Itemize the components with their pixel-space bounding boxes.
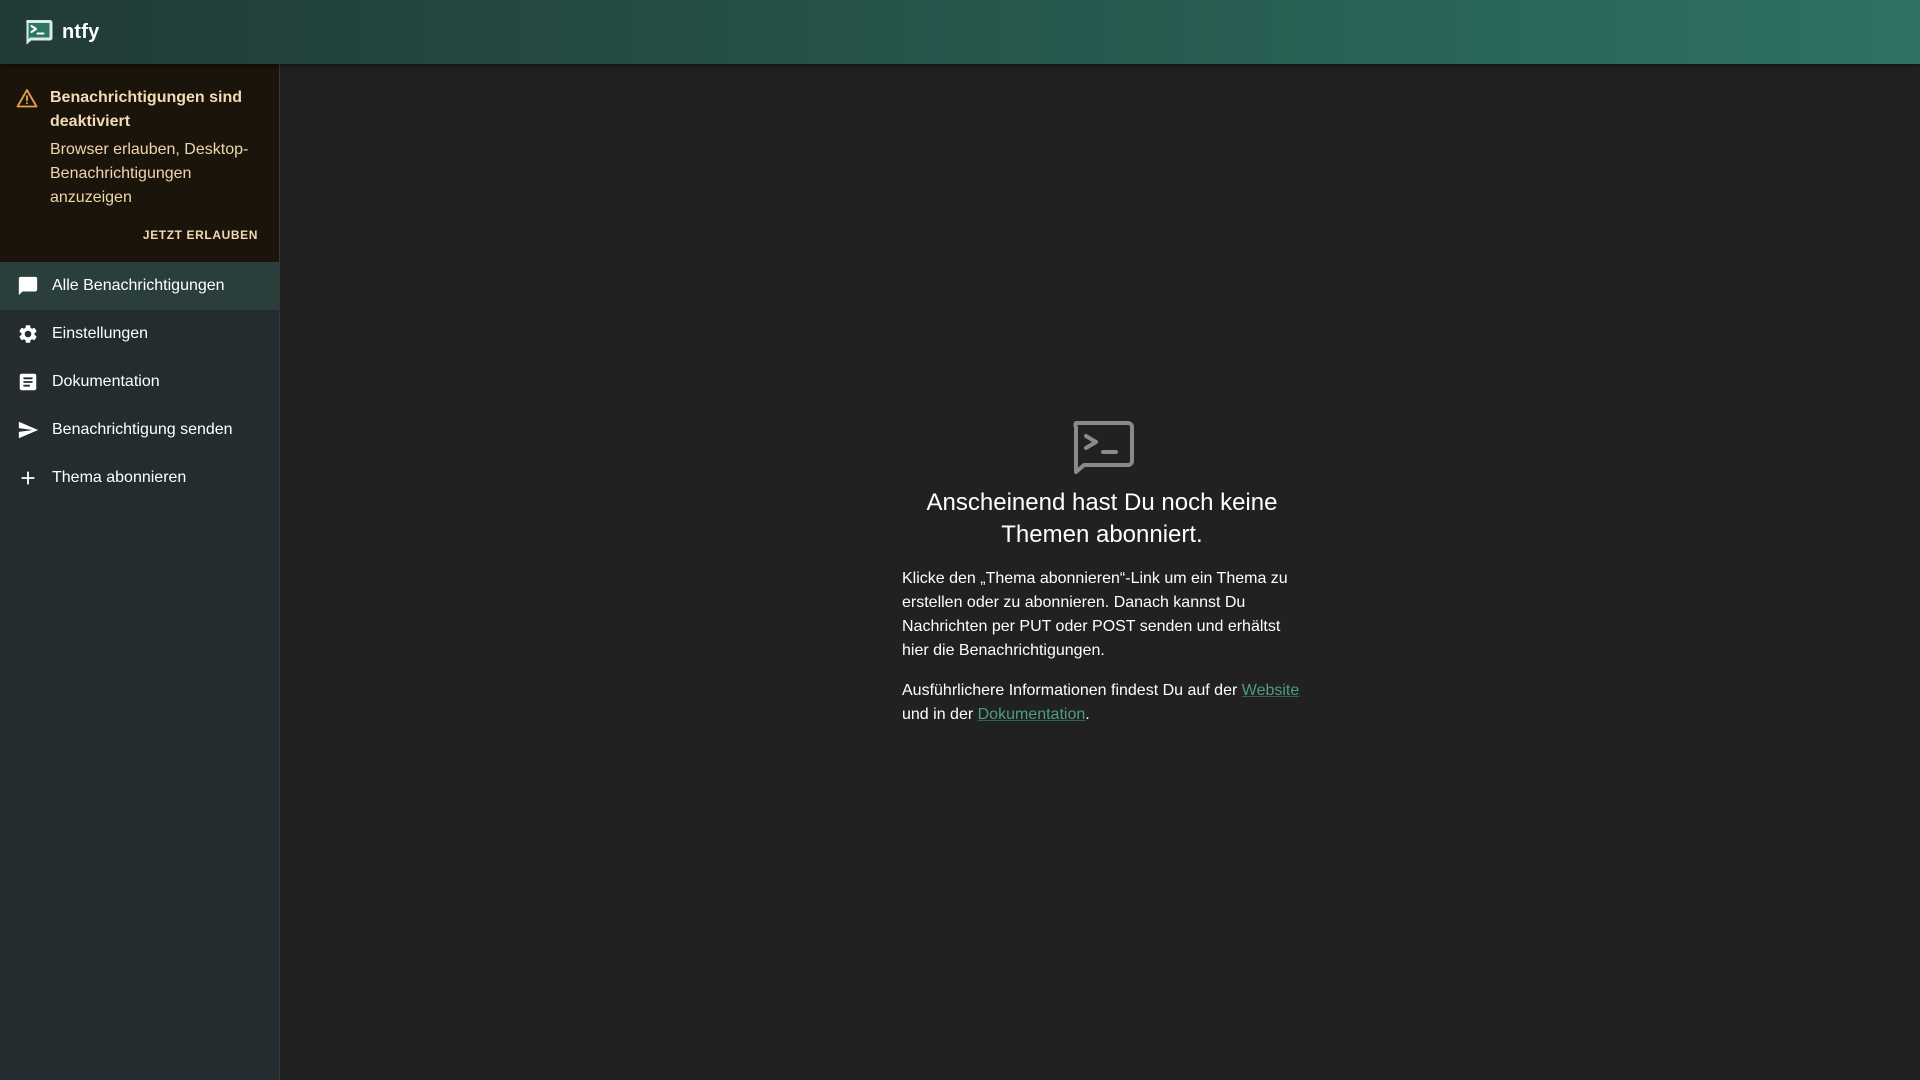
ntfy-logo-icon[interactable] [24,19,53,45]
plus-icon [21,471,35,485]
alert-body: Benachrichtigungen sind deaktiviert Brow… [50,86,258,242]
sidebar: Benachrichtigungen sind deaktiviert Brow… [0,64,280,1080]
gear-icon [19,325,37,343]
app-bar: ntfy [0,0,1920,64]
sidebar-item-documentation[interactable]: Dokumentation [0,358,279,406]
alert-text: Browser erlauben, Desktop-Benachrichtigu… [50,141,249,206]
sidebar-item-settings[interactable]: Einstellungen [0,310,279,358]
empty-state-more-info: Ausführlichere Informationen findest Du … [902,679,1302,727]
notifications-disabled-alert: Benachrichtigungen sind deaktiviert Brow… [0,64,279,262]
app-title: ntfy [62,20,100,43]
more-info-middle: und in der [902,706,974,723]
sidebar-item-label: Benachrichtigung senden [52,421,233,438]
website-link[interactable]: Website [1242,682,1300,699]
sidebar-item-label: Dokumentation [52,373,160,390]
warning-icon [16,89,38,108]
documentation-link[interactable]: Dokumentation [978,706,1086,723]
sidebar-item-all-notifications[interactable]: Alle Benachrichtigungen [0,262,279,310]
empty-state-instructions: Klicke den „Thema abonnieren“-Link um ei… [902,570,1288,659]
sidebar-item-send-notification[interactable]: Benachrichtigung senden [0,406,279,454]
sidebar-item-label: Einstellungen [52,325,149,342]
sidebar-item-label: Alle Benachrichtigungen [52,277,225,294]
empty-state: Anscheinend hast Du noch keine Themen ab… [902,421,1302,727]
more-info-prefix: Ausführlichere Informationen findest Du … [902,682,1238,699]
more-info-suffix: . [1085,706,1090,723]
terminal-message-icon [1073,421,1134,474]
sidebar-item-subscribe-topic[interactable]: Thema abonnieren [0,454,279,502]
send-icon [18,421,39,439]
alert-title: Benachrichtigungen sind deaktiviert [50,89,243,130]
allow-now-button[interactable]: JETZT ERLAUBEN [143,228,258,242]
article-icon [19,373,37,391]
main-content: Anscheinend hast Du noch keine Themen ab… [280,64,1920,1080]
sidebar-item-label: Thema abonnieren [52,469,187,486]
chat-icon [18,276,38,296]
sidebar-nav: Alle Benachrichtigungen Einstellungen Do… [0,262,279,502]
empty-state-title: Anscheinend hast Du noch keine Themen ab… [926,489,1278,548]
